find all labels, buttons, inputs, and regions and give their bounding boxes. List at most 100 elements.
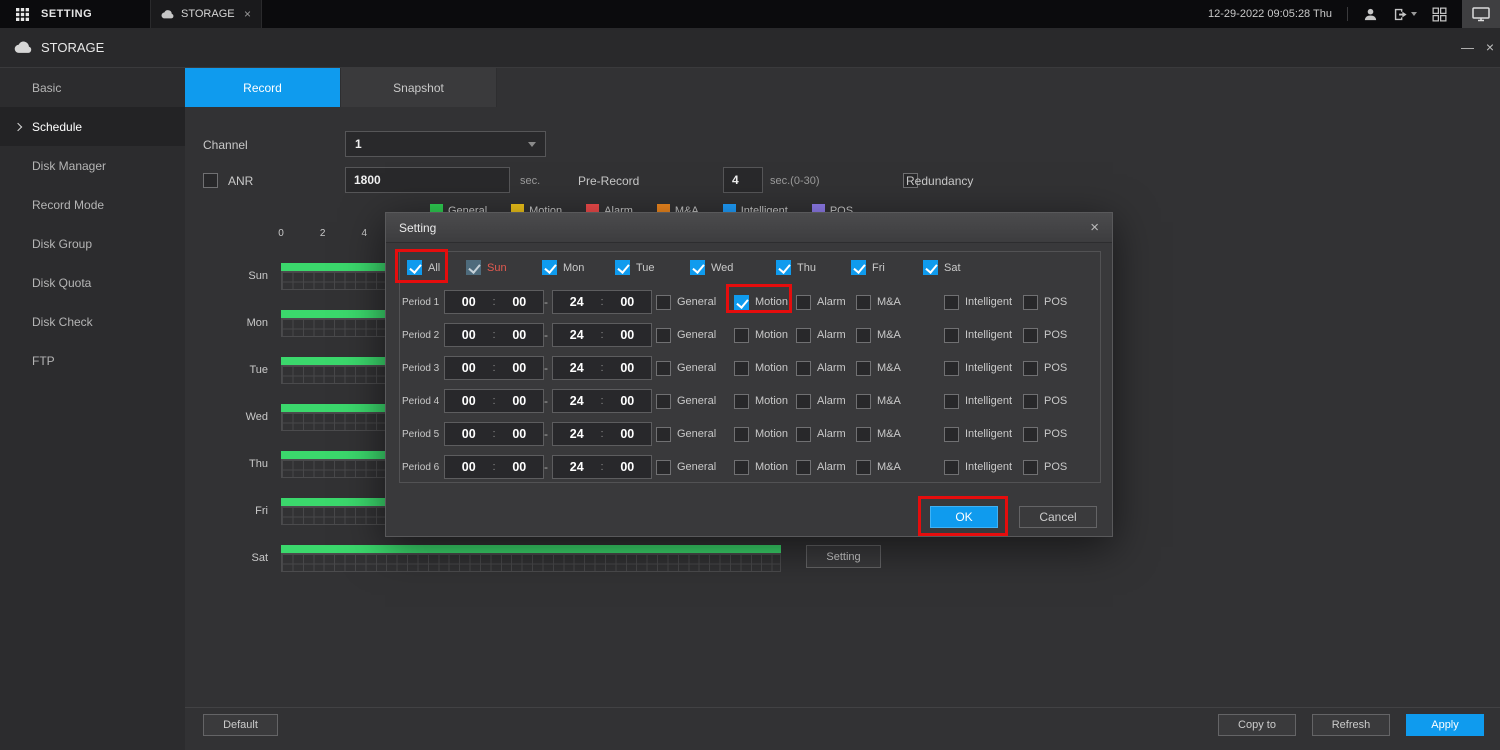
logout-button[interactable] [1393, 7, 1417, 22]
period-option-general: General [656, 356, 716, 380]
checkbox-motion[interactable] [734, 361, 749, 376]
checkbox-ma[interactable] [856, 427, 871, 442]
topbar-tab-storage[interactable]: STORAGE × [150, 0, 262, 28]
checkbox-label: POS [1044, 362, 1067, 374]
checkbox-motion[interactable] [734, 328, 749, 343]
end-time-input[interactable]: 24:00 [552, 422, 652, 446]
checkbox-pos[interactable] [1023, 427, 1038, 442]
checkbox-ma[interactable] [856, 361, 871, 376]
checkbox-general[interactable] [656, 460, 671, 475]
end-minute: 00 [620, 328, 634, 342]
time-separator: : [600, 428, 603, 440]
checkbox-intelligent[interactable] [944, 427, 959, 442]
period-option-pos: POS [1023, 290, 1067, 314]
checkbox-intelligent[interactable] [944, 295, 959, 310]
checkbox-general[interactable] [656, 361, 671, 376]
display-button[interactable] [1462, 0, 1500, 28]
checkbox-pos[interactable] [1023, 394, 1038, 409]
apps-grid-icon[interactable] [16, 8, 29, 21]
checkbox-pos[interactable] [1023, 328, 1038, 343]
sidebar: BasicScheduleDisk ManagerRecord Mode Disk… [0, 68, 185, 750]
checkbox-label: M&A [877, 329, 901, 341]
checkbox-label: M&A [877, 395, 901, 407]
schedule-setting-button[interactable]: Setting [806, 545, 881, 568]
checkbox-general[interactable] [656, 328, 671, 343]
checkbox-motion[interactable] [734, 427, 749, 442]
sidebar-item-label: FTP [32, 354, 55, 368]
start-time-input[interactable]: 00:00 [444, 455, 544, 479]
refresh-button[interactable]: Refresh [1312, 714, 1390, 736]
sidebar-item-disk-check[interactable]: Disk Check [0, 302, 185, 341]
start-time-input[interactable]: 00:00 [444, 422, 544, 446]
close-button[interactable]: × [1486, 39, 1494, 55]
minimize-button[interactable]: — [1461, 40, 1474, 55]
period-row: Period 600:00-24:00GeneralMotionAlarmM&A… [386, 455, 1114, 479]
end-time-input[interactable]: 24:00 [552, 323, 652, 347]
checkbox-intelligent[interactable] [944, 328, 959, 343]
checkbox-pos[interactable] [1023, 295, 1038, 310]
checkbox-label: General [677, 329, 716, 341]
checkbox-intelligent[interactable] [944, 394, 959, 409]
multi-screen-icon[interactable] [1432, 7, 1447, 22]
schedule-day-label: Wed [215, 411, 268, 423]
time-separator: : [492, 461, 495, 473]
default-button[interactable]: Default [203, 714, 278, 736]
sidebar-item-disk-quota[interactable]: Disk Quota [0, 263, 185, 302]
apply-button[interactable]: Apply [1406, 714, 1484, 736]
sidebar-item-label: Disk Group [32, 237, 92, 251]
start-time-input[interactable]: 00:00 [444, 389, 544, 413]
checkbox-ma[interactable] [856, 295, 871, 310]
end-hour: 24 [570, 427, 584, 441]
checkbox-pos[interactable] [1023, 361, 1038, 376]
checkbox-label: M&A [877, 461, 901, 473]
period-option-intelligent: Intelligent [944, 389, 1012, 413]
end-time-input[interactable]: 24:00 [552, 455, 652, 479]
checkbox-label: Intelligent [965, 428, 1012, 440]
checkbox-intelligent[interactable] [944, 460, 959, 475]
checkbox-ma[interactable] [856, 394, 871, 409]
checkbox-label: M&A [877, 362, 901, 374]
topbar: SETTING STORAGE × 12-29-2022 09:05:28 Th… [0, 0, 1500, 28]
schedule-cells[interactable] [281, 553, 781, 572]
start-time-input[interactable]: 00:00 [444, 323, 544, 347]
sidebar-item-schedule[interactable]: Schedule [0, 107, 185, 146]
checkbox-motion[interactable] [734, 394, 749, 409]
cancel-button[interactable]: Cancel [1019, 506, 1097, 528]
start-time-input[interactable]: 00:00 [444, 356, 544, 380]
ok-button[interactable]: OK [930, 506, 998, 528]
end-minute: 00 [620, 460, 634, 474]
checkbox-alarm[interactable] [796, 427, 811, 442]
checkbox-intelligent[interactable] [944, 361, 959, 376]
checkbox-general[interactable] [656, 394, 671, 409]
tab-close-icon[interactable]: × [244, 7, 251, 21]
checkbox-general[interactable] [656, 427, 671, 442]
checkbox-ma[interactable] [856, 460, 871, 475]
checkbox-motion[interactable] [734, 460, 749, 475]
checkbox-alarm[interactable] [796, 361, 811, 376]
checkbox-general[interactable] [656, 295, 671, 310]
checkbox-alarm[interactable] [796, 394, 811, 409]
checkbox-motion[interactable] [734, 295, 749, 310]
checkbox-ma[interactable] [856, 328, 871, 343]
period-label: Period 6 [402, 462, 439, 473]
checkbox-label: General [677, 461, 716, 473]
start-time-input[interactable]: 00:00 [444, 290, 544, 314]
checkbox-alarm[interactable] [796, 295, 811, 310]
user-icon[interactable] [1363, 7, 1378, 22]
checkbox-pos[interactable] [1023, 460, 1038, 475]
sidebar-item-ftp[interactable]: FTP [0, 341, 185, 380]
end-time-input[interactable]: 24:00 [552, 356, 652, 380]
checkbox-alarm[interactable] [796, 460, 811, 475]
start-hour: 00 [462, 460, 476, 474]
period-option-general: General [656, 455, 716, 479]
sidebar-item-disk-group[interactable]: Disk Group [0, 224, 185, 263]
end-time-input[interactable]: 24:00 [552, 290, 652, 314]
checkbox-alarm[interactable] [796, 328, 811, 343]
copy-to-button[interactable]: Copy to [1218, 714, 1296, 736]
sidebar-item-disk-manager[interactable]: Disk Manager [0, 146, 185, 185]
sidebar-item-record-mode[interactable]: Record Mode [0, 185, 185, 224]
start-hour: 00 [462, 361, 476, 375]
end-time-input[interactable]: 24:00 [552, 389, 652, 413]
checkbox-label: POS [1044, 428, 1067, 440]
sidebar-item-basic[interactable]: Basic [0, 68, 185, 107]
